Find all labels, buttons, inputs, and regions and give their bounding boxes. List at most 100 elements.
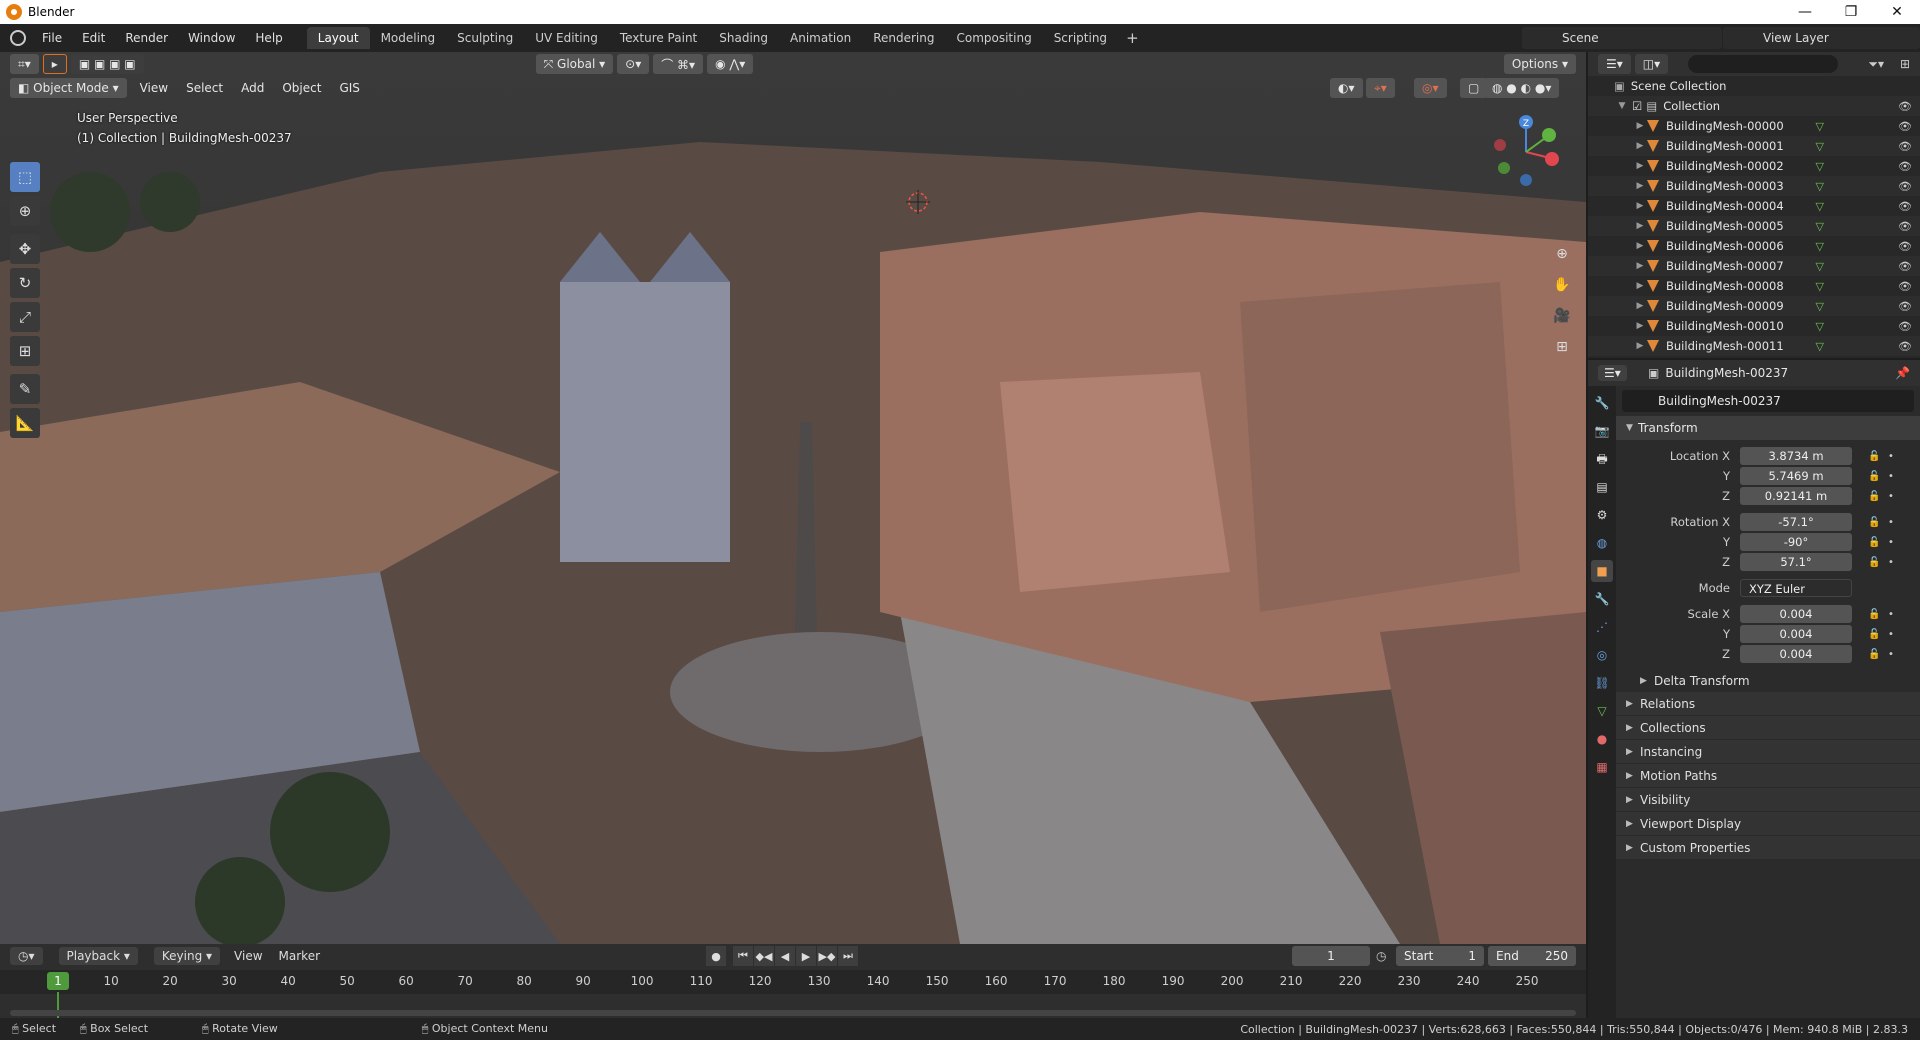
- mesh-data-icon[interactable]: ▽: [1816, 340, 1824, 353]
- jump-key-forward-icon[interactable]: ▶◆: [817, 946, 837, 966]
- tab-scripting[interactable]: Scripting: [1043, 27, 1118, 49]
- particles-tab-icon[interactable]: ⋰: [1591, 616, 1613, 638]
- pivot-point-select[interactable]: ⊙▾: [617, 54, 650, 74]
- location-z-field[interactable]: 0.92141 m: [1740, 487, 1852, 505]
- location-y-field[interactable]: 5.7469 m: [1740, 467, 1852, 485]
- jump-end-icon[interactable]: ⏭: [838, 946, 858, 966]
- outliner-item[interactable]: ▶ BuildingMesh-00011 ▽ 👁: [1588, 336, 1920, 356]
- annotate-tool-icon[interactable]: ✎: [10, 374, 40, 404]
- menu-file[interactable]: File: [32, 31, 72, 45]
- minimize-button[interactable]: —: [1782, 0, 1828, 24]
- object-mode-select[interactable]: ◧ Object Mode ▾: [10, 78, 127, 98]
- mesh-data-icon[interactable]: ▽: [1816, 200, 1824, 213]
- move-tool-icon[interactable]: ✥: [10, 234, 40, 264]
- clock-icon[interactable]: ◷: [1376, 949, 1386, 963]
- mesh-data-icon[interactable]: ▽: [1816, 240, 1824, 253]
- current-frame-marker[interactable]: 1: [47, 972, 69, 990]
- mesh-data-icon[interactable]: ▽: [1816, 140, 1824, 153]
- mesh-data-icon[interactable]: ▽: [1816, 120, 1824, 133]
- expand-triangle-icon[interactable]: ▶: [1634, 221, 1646, 231]
- outliner-item[interactable]: ▶ BuildingMesh-00010 ▽ 👁: [1588, 316, 1920, 336]
- end-frame-field[interactable]: End 250: [1488, 946, 1576, 966]
- mesh-data-icon[interactable]: ▽: [1816, 320, 1824, 333]
- eye-icon[interactable]: 👁: [1898, 340, 1912, 353]
- mesh-data-icon[interactable]: ▽: [1816, 160, 1824, 173]
- tab-uv-editing[interactable]: UV Editing: [524, 27, 609, 49]
- expand-triangle-icon[interactable]: ▶: [1634, 321, 1646, 331]
- ortho-grid-icon[interactable]: ⊞: [1550, 335, 1574, 359]
- keyframe-dot-icon[interactable]: •: [1888, 557, 1894, 568]
- eye-icon[interactable]: 👁: [1898, 140, 1912, 153]
- mesh-data-icon[interactable]: ▽: [1816, 260, 1824, 273]
- viewport-menu-gis[interactable]: GIS: [330, 81, 368, 95]
- start-frame-field[interactable]: Start 1: [1396, 946, 1484, 966]
- scale-z-field[interactable]: 0.004: [1740, 645, 1852, 663]
- tab-shading[interactable]: Shading: [708, 27, 779, 49]
- modifier-tab-icon[interactable]: 🔧: [1591, 588, 1613, 610]
- mesh-data-icon[interactable]: ▽: [1816, 180, 1824, 193]
- jump-key-back-icon[interactable]: ◆◀: [754, 946, 774, 966]
- expand-triangle-icon[interactable]: ▶: [1634, 141, 1646, 151]
- outliner-item[interactable]: ▶ BuildingMesh-00009 ▽ 👁: [1588, 296, 1920, 316]
- eye-icon[interactable]: 👁: [1898, 160, 1912, 173]
- viewport-menu-view[interactable]: View: [131, 81, 177, 95]
- expand-triangle-icon[interactable]: ▶: [1634, 241, 1646, 251]
- lock-icon[interactable]: 🔓: [1868, 629, 1880, 640]
- selection-mode-icons[interactable]: ▣ ▣ ▣ ▣: [70, 54, 144, 74]
- keying-menu[interactable]: Keying ▾: [153, 947, 221, 965]
- object-name-field[interactable]: BuildingMesh-00237: [1622, 390, 1914, 412]
- new-collection-icon[interactable]: ⊞: [1900, 57, 1910, 71]
- constraints-tab-icon[interactable]: ⛓: [1591, 672, 1613, 694]
- scale-y-field[interactable]: 0.004: [1740, 625, 1852, 643]
- outliner-item[interactable]: ▶ BuildingMesh-00008 ▽ 👁: [1588, 276, 1920, 296]
- tool-tab-icon[interactable]: 🔧: [1591, 392, 1613, 414]
- menu-window[interactable]: Window: [178, 31, 245, 45]
- timeline-view-menu[interactable]: View: [226, 949, 270, 963]
- lock-icon[interactable]: 🔓: [1868, 537, 1880, 548]
- material-tab-icon[interactable]: ●: [1591, 728, 1613, 750]
- outliner-display-mode[interactable]: ◫▾: [1634, 54, 1669, 74]
- visibility-toggle-icon[interactable]: ◐▾: [1330, 78, 1363, 98]
- lock-icon[interactable]: 🔓: [1868, 451, 1880, 462]
- outliner-item[interactable]: ▶ BuildingMesh-00001 ▽ 👁: [1588, 136, 1920, 156]
- lock-icon[interactable]: 🔓: [1868, 471, 1880, 482]
- outliner-editor-type[interactable]: ☰▾: [1598, 54, 1631, 74]
- scene-collection-row[interactable]: ▣ Scene Collection: [1588, 76, 1920, 96]
- timeline-editor-type[interactable]: ◷▾: [10, 947, 43, 965]
- scene-tab-icon[interactable]: ⚙: [1591, 504, 1613, 526]
- view-layer-selector[interactable]: View Layer: [1723, 27, 1920, 49]
- world-tab-icon[interactable]: ◍: [1591, 532, 1613, 554]
- transform-tool-icon[interactable]: ⊞: [10, 336, 40, 366]
- menu-help[interactable]: Help: [245, 31, 292, 45]
- eye-icon[interactable]: 👁: [1898, 200, 1912, 213]
- pan-hand-icon[interactable]: ✋: [1550, 273, 1574, 297]
- rotation-y-field[interactable]: -90°: [1740, 533, 1852, 551]
- tab-layout[interactable]: Layout: [306, 27, 370, 49]
- delta-transform-header[interactable]: ▶ Delta Transform: [1616, 670, 1920, 692]
- physics-tab-icon[interactable]: ◎: [1591, 644, 1613, 666]
- rotate-tool-icon[interactable]: ↻: [10, 268, 40, 298]
- timeline-marker-menu[interactable]: Marker: [271, 949, 328, 963]
- expand-triangle-icon[interactable]: ▶: [1634, 181, 1646, 191]
- overlay-toggle-icon[interactable]: ◎▾: [1414, 78, 1447, 98]
- lock-icon[interactable]: 🔓: [1868, 491, 1880, 502]
- tab-rendering[interactable]: Rendering: [862, 27, 945, 49]
- panel-header-custom-properties[interactable]: ▶ Custom Properties: [1616, 836, 1920, 860]
- lock-icon[interactable]: 🔓: [1868, 649, 1880, 660]
- texture-tab-icon[interactable]: ▦: [1591, 756, 1613, 778]
- navigation-gizmo[interactable]: Z: [1486, 112, 1566, 192]
- editor-type-button[interactable]: ⌗▾: [10, 54, 39, 74]
- eye-icon[interactable]: 👁: [1898, 220, 1912, 233]
- transform-panel-header[interactable]: ▼ Transform: [1616, 416, 1920, 440]
- lock-icon[interactable]: 🔓: [1868, 609, 1880, 620]
- outliner-item[interactable]: ▶ BuildingMesh-00006 ▽ 👁: [1588, 236, 1920, 256]
- outliner-item[interactable]: ▶ BuildingMesh-00003 ▽ 👁: [1588, 176, 1920, 196]
- rotation-z-field[interactable]: 57.1°: [1740, 553, 1852, 571]
- filter-icon[interactable]: ⏷▾: [1868, 57, 1884, 72]
- keyframe-dot-icon[interactable]: •: [1888, 537, 1894, 548]
- play-icon[interactable]: ▶: [796, 946, 816, 966]
- eye-icon[interactable]: 👁: [1898, 100, 1912, 113]
- playback-menu[interactable]: Playback ▾: [58, 947, 138, 965]
- outliner-item[interactable]: ▶ BuildingMesh-00005 ▽ 👁: [1588, 216, 1920, 236]
- panel-header-collections[interactable]: ▶ Collections: [1616, 716, 1920, 740]
